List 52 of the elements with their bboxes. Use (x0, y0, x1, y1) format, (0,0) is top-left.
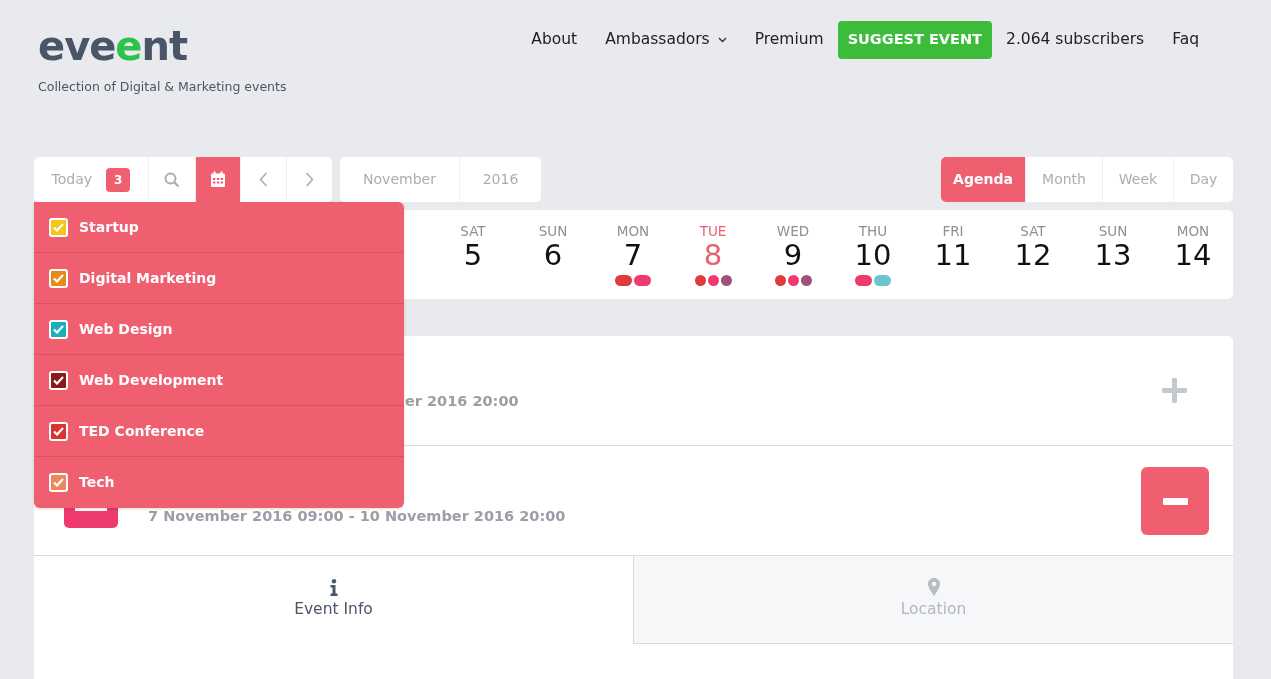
day-cell[interactable]: SUN 13 (1073, 210, 1153, 299)
check-icon (53, 375, 64, 385)
check-icon (53, 324, 64, 334)
count-badge: 3 (106, 167, 131, 192)
category-label[interactable]: Web Development (79, 369, 224, 391)
nav-dropdown[interactable]: Ambassadors (591, 28, 741, 52)
category-label[interactable]: Tech (79, 472, 115, 493)
expand-button[interactable] (1162, 378, 1187, 403)
event-dates: er 2016 20:00 (405, 391, 519, 411)
search-icon (164, 171, 180, 188)
view-tab[interactable]: Agenda (941, 157, 1026, 202)
day-cell[interactable]: SUN 6 (513, 210, 593, 299)
chevron-right-icon (305, 172, 314, 187)
calendar-icon (210, 171, 226, 188)
nav-link[interactable]: 2.064 subscribers (992, 28, 1159, 52)
tagline: Collection of Digital & Marketing events (38, 78, 287, 96)
day-cell[interactable]: THU 10 (833, 210, 913, 299)
category-label[interactable]: Digital Marketing (79, 267, 217, 289)
check-icon (53, 478, 64, 487)
day-cell[interactable]: MON 14 (1153, 210, 1233, 299)
caret-icon (717, 36, 727, 43)
event-dates: 7 November 2016 09:00 - 10 November 2016 20:00 (148, 507, 566, 527)
check-icon (53, 426, 64, 436)
day-cell[interactable]: SAT 5 (433, 210, 513, 299)
category-label[interactable]: TED Conference (79, 420, 205, 442)
plus-icon (1162, 378, 1187, 403)
category-checkbox[interactable] (49, 268, 68, 288)
category-checkbox[interactable] (49, 319, 68, 339)
category-label[interactable]: Startup (79, 216, 139, 238)
calendar-button[interactable] (196, 157, 241, 202)
check-icon (53, 222, 64, 232)
nav-link[interactable]: About (517, 28, 592, 52)
nav-link[interactable]: Faq (1158, 28, 1213, 52)
check-icon (53, 273, 64, 283)
day-cell[interactable]: SAT 12 (993, 210, 1073, 299)
day-cell[interactable]: MON 7 (593, 210, 673, 299)
category-icon (64, 506, 118, 528)
collapse-button[interactable] (1141, 467, 1209, 535)
category-checkbox[interactable] (49, 217, 68, 237)
day-cell[interactable]: FRI 11 (913, 210, 993, 299)
info-icon (329, 578, 338, 596)
category-checkbox[interactable] (49, 421, 68, 441)
chevron-left-icon (259, 172, 268, 187)
day-cell[interactable]: TUE 8 (673, 210, 753, 299)
category-label[interactable]: Web Design (79, 318, 173, 340)
nav-link[interactable]: Premium (740, 28, 838, 52)
category-checkbox[interactable] (49, 473, 68, 492)
day-cell[interactable]: WED 9 (753, 210, 833, 299)
minus-icon (1162, 497, 1188, 505)
logo[interactable]: eveent (38, 24, 287, 68)
category-checkbox[interactable] (49, 370, 68, 390)
location-pin-icon (927, 577, 940, 596)
